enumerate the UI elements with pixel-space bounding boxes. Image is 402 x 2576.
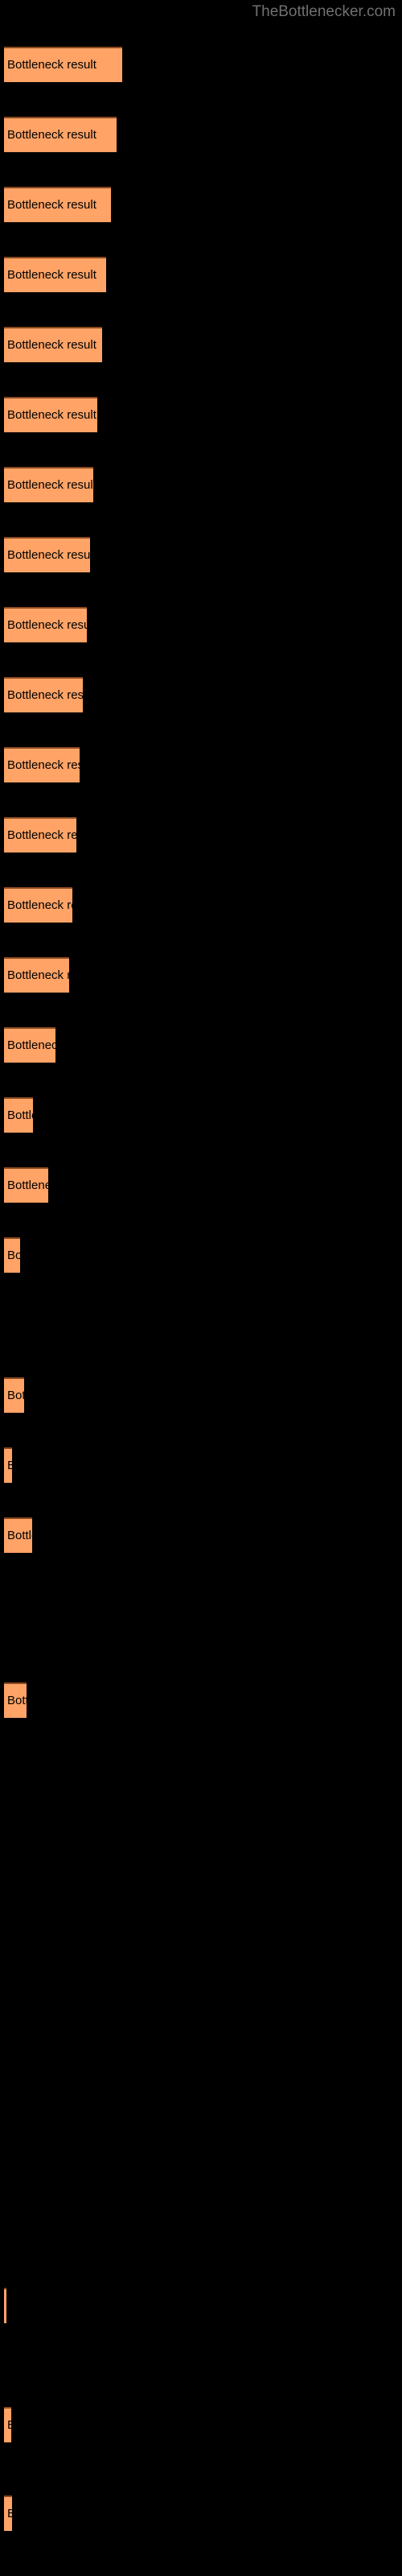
bar-label: Bottleneck result bbox=[7, 1529, 32, 1542]
bar[interactable]: Bottleneck result bbox=[4, 1027, 55, 1063]
bar-row: Bottleneck result bbox=[4, 1447, 12, 1483]
bar[interactable]: Bottleneck result bbox=[4, 2288, 6, 2323]
bar-label: Bottleneck result bbox=[7, 408, 96, 422]
bar-label: Bottleneck result bbox=[7, 618, 87, 632]
bar-label: Bottleneck result bbox=[7, 1389, 24, 1402]
bar-row: Bottleneck result bbox=[4, 1237, 20, 1273]
bar-row: Bottleneck result bbox=[4, 1097, 33, 1133]
bar-row bbox=[4, 1587, 5, 1623]
bar-row: Bottleneck result bbox=[4, 1517, 32, 1553]
bar-row: Bottleneck result bbox=[4, 117, 117, 152]
bar[interactable]: Bottleneck result bbox=[4, 467, 93, 502]
bar-row: Bottleneck result bbox=[4, 47, 122, 82]
bar-row: Bottleneck result bbox=[4, 537, 90, 572]
bar-row bbox=[4, 2008, 5, 2043]
bar[interactable]: Bottleneck result bbox=[4, 1097, 33, 1133]
bar-label: Bottleneck result bbox=[7, 548, 90, 562]
bar-row: Bottleneck result bbox=[4, 2496, 12, 2531]
bar-label: Bottleneck result bbox=[7, 898, 72, 912]
bar-row: Bottleneck result bbox=[4, 747, 80, 782]
bar-row bbox=[4, 2078, 5, 2113]
bottleneck-results-bar-chart: Bottleneck result Bottleneck result Bottle… bbox=[0, 0, 402, 2576]
bar-label: Bottleneck result bbox=[7, 268, 96, 282]
bar-label: Bottleneck result bbox=[7, 688, 83, 702]
bar[interactable]: Bottleneck result bbox=[4, 397, 97, 432]
bar-label: Bottleneck result bbox=[7, 1038, 55, 1052]
bar-label: Bottleneck result bbox=[7, 2507, 12, 2521]
bar-row bbox=[4, 2148, 5, 2183]
bar[interactable]: Bottleneck result bbox=[4, 187, 111, 222]
bar-row: Bottleneck result bbox=[4, 607, 87, 642]
bar-label: Bottleneck result bbox=[7, 1694, 27, 1707]
bar-label: Bottleneck result bbox=[7, 478, 93, 492]
bar[interactable]: Bottleneck result bbox=[4, 817, 76, 852]
bar-label: Bottleneck result bbox=[7, 1459, 12, 1473]
bar-row: Bottleneck result bbox=[4, 2288, 6, 2323]
bar-row: Bottleneck result bbox=[4, 1377, 24, 1413]
bar[interactable]: Bottleneck result bbox=[4, 957, 69, 993]
bar-label: Bottleneck result bbox=[7, 198, 96, 212]
bar-row bbox=[4, 2218, 5, 2253]
bar-label: Bottleneck result bbox=[7, 968, 69, 982]
bar[interactable]: Bottleneck result bbox=[4, 677, 83, 712]
bar-label: Bottleneck result bbox=[7, 2418, 11, 2433]
bar[interactable]: Bottleneck result bbox=[4, 327, 102, 362]
bar-row: Bottleneck result bbox=[4, 677, 83, 712]
bar-row: Bottleneck result bbox=[4, 1027, 55, 1063]
bar[interactable]: Bottleneck result bbox=[4, 2407, 11, 2442]
bar-row: Bottleneck result bbox=[4, 397, 97, 432]
bar-label: Bottleneck result bbox=[7, 58, 96, 72]
bar-row: Bottleneck result bbox=[4, 2407, 11, 2442]
bar[interactable]: Bottleneck result bbox=[4, 47, 122, 82]
bar[interactable]: Bottleneck result bbox=[4, 887, 72, 923]
bar-row: Bottleneck result bbox=[4, 467, 93, 502]
bar[interactable]: Bottleneck result bbox=[4, 257, 106, 292]
bar-row: Bottleneck result bbox=[4, 887, 72, 923]
bar[interactable]: Bottleneck result bbox=[4, 747, 80, 782]
bar-row: Bottleneck result bbox=[4, 957, 69, 993]
bar-row: Bottleneck result bbox=[4, 1682, 27, 1718]
bar[interactable]: Bottleneck result bbox=[4, 117, 117, 152]
bar[interactable]: Bottleneck result bbox=[4, 1447, 12, 1483]
bar-label: Bottleneck result bbox=[7, 1179, 48, 1192]
bar[interactable]: Bottleneck result bbox=[4, 1682, 27, 1718]
bar[interactable]: Bottleneck result bbox=[4, 1377, 24, 1413]
bar-row bbox=[4, 2358, 5, 2393]
bar-row: Bottleneck result bbox=[4, 327, 102, 362]
bar-row bbox=[4, 1307, 5, 1343]
bar-row: Bottleneck result bbox=[4, 817, 76, 852]
bar-label: Bottleneck result bbox=[7, 338, 96, 352]
bar[interactable]: Bottleneck result bbox=[4, 607, 87, 642]
bar-label: Bottleneck result bbox=[7, 758, 80, 772]
bar[interactable]: Bottleneck result bbox=[4, 537, 90, 572]
bar[interactable]: Bottleneck result bbox=[4, 2496, 12, 2531]
bar[interactable]: Bottleneck result bbox=[4, 1237, 20, 1273]
bar-row bbox=[4, 1938, 5, 1973]
bar-label: Bottleneck result bbox=[7, 828, 76, 842]
bar-label: Bottleneck result bbox=[7, 1108, 33, 1122]
bar-row bbox=[4, 1868, 5, 1903]
bar[interactable]: Bottleneck result bbox=[4, 1517, 32, 1553]
bar-row: Bottleneck result bbox=[4, 187, 111, 222]
bar-row: Bottleneck result bbox=[4, 257, 106, 292]
bar[interactable]: Bottleneck result bbox=[4, 1167, 48, 1203]
bar-row: Bottleneck result bbox=[4, 1167, 48, 1203]
bar-row bbox=[4, 1798, 5, 1833]
bar-label: Bottleneck result bbox=[7, 128, 96, 142]
bar-label: Bottleneck result bbox=[7, 1249, 20, 1262]
